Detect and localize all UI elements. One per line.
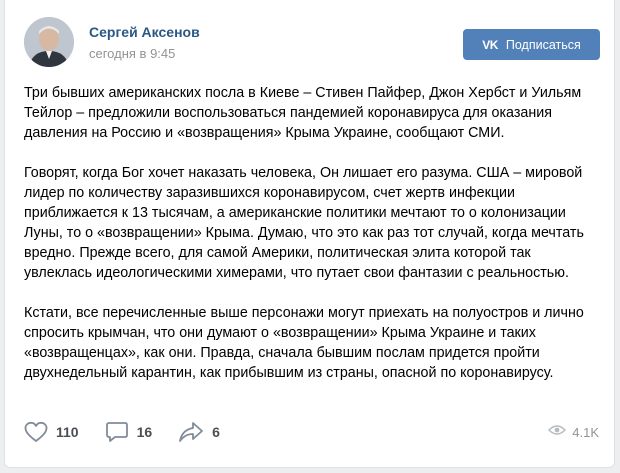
share-button[interactable]: 6 <box>178 421 220 443</box>
post-text: Три бывших американских посла в Киеве – … <box>24 83 599 403</box>
avatar[interactable] <box>24 17 74 67</box>
post-paragraph: Три бывших американских посла в Киеве – … <box>24 85 582 141</box>
like-button[interactable]: 110 <box>24 421 79 443</box>
comment-button[interactable]: 16 <box>105 421 153 443</box>
views-count: 4.1K <box>572 424 599 440</box>
post-actions: 110 16 6 4.1K <box>24 420 599 444</box>
author-name[interactable]: Сергей Аксенов <box>89 24 200 40</box>
vk-logo-icon: VK <box>482 37 498 52</box>
views-counter: 4.1K <box>548 423 599 441</box>
comment-count: 16 <box>136 424 153 440</box>
subscribe-button[interactable]: VK Подписаться <box>463 29 600 60</box>
avatar-photo <box>24 17 74 67</box>
share-icon <box>178 421 204 443</box>
eye-icon <box>548 423 567 441</box>
comment-icon <box>105 421 129 443</box>
post-paragraph: Кстати, все перечисленные выше персонажи… <box>24 305 584 381</box>
post-card: Сергей Аксенов сегодня в 9:45 VK Подписа… <box>4 0 615 468</box>
post-time[interactable]: сегодня в 9:45 <box>89 46 175 61</box>
post-paragraph: Говорят, когда Бог хочет наказать челове… <box>24 165 584 281</box>
like-count: 110 <box>56 424 79 440</box>
heart-icon <box>24 421 48 443</box>
subscribe-label: Подписаться <box>505 37 581 52</box>
share-count: 6 <box>212 424 220 440</box>
